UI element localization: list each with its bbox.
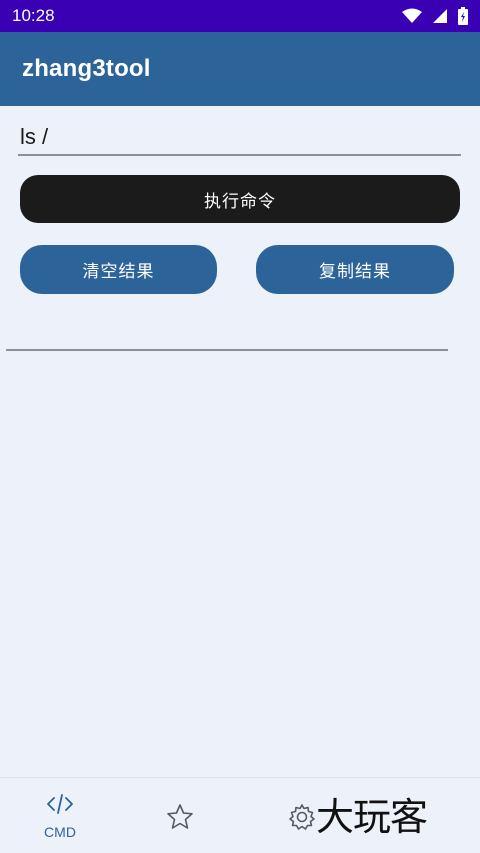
execute-command-button[interactable]: 执行命令 [20, 175, 460, 223]
star-icon [165, 802, 195, 836]
signal-icon [432, 8, 448, 24]
nav-item-favorites[interactable] [160, 802, 200, 836]
status-time: 10:28 [12, 6, 55, 25]
result-area [6, 349, 448, 351]
battery-icon [458, 7, 468, 25]
status-icons [402, 7, 468, 25]
app-title: zhang3tool [22, 55, 151, 82]
nav-item-cmd[interactable]: CMD [30, 792, 90, 840]
gear-icon [287, 802, 317, 836]
command-input[interactable] [18, 120, 461, 156]
nav-item-cmd-label: CMD [44, 824, 76, 840]
code-icon [45, 792, 75, 820]
watermark: 大玩客 [316, 795, 428, 839]
copy-results-button[interactable]: 复制结果 [256, 245, 454, 294]
app-bar: zhang3tool [0, 32, 480, 106]
wifi-icon [402, 8, 422, 24]
status-bar: 10:28 [0, 0, 480, 32]
clear-results-button[interactable]: 清空结果 [20, 245, 217, 294]
